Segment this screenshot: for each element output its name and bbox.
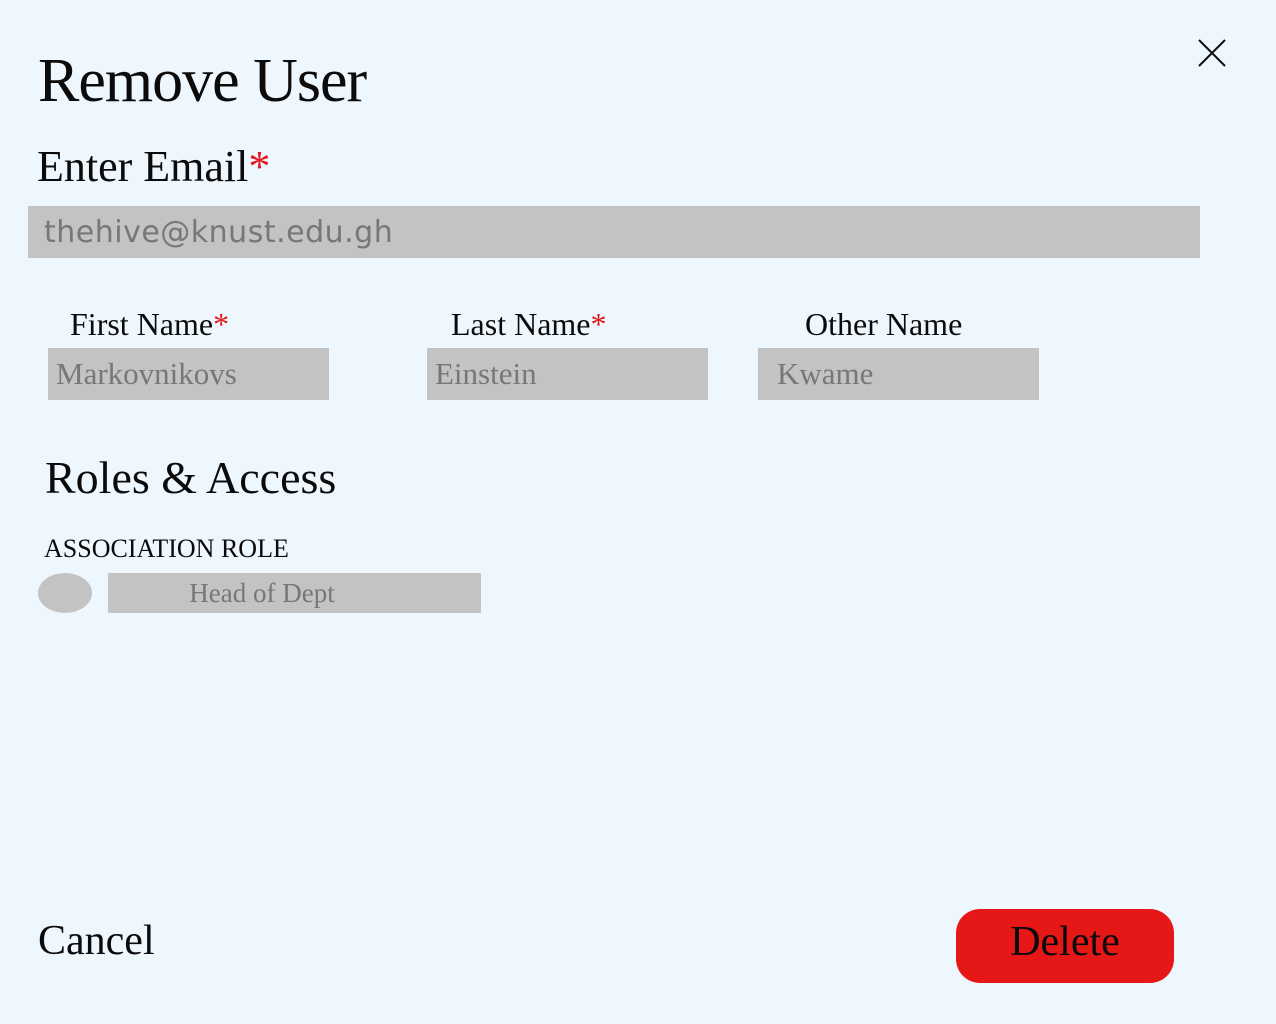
first-name-label-text: First Name bbox=[70, 306, 214, 342]
other-name-field[interactable] bbox=[758, 348, 1039, 400]
remove-user-dialog: Remove User Enter Email* First Name* Las… bbox=[0, 0, 1276, 1024]
role-toggle[interactable] bbox=[38, 573, 92, 613]
required-asterisk: * bbox=[248, 142, 271, 191]
last-name-label: Last Name* bbox=[451, 305, 607, 343]
email-field[interactable] bbox=[28, 206, 1200, 258]
delete-button[interactable]: Delete bbox=[956, 909, 1174, 983]
required-asterisk: * bbox=[213, 306, 230, 342]
other-name-label: Other Name bbox=[805, 306, 963, 342]
last-name-field[interactable] bbox=[427, 348, 708, 400]
cancel-button[interactable]: Cancel bbox=[38, 916, 155, 966]
first-name-label: First Name* bbox=[70, 305, 229, 343]
association-role-label: ASSOCIATION ROLE bbox=[44, 534, 289, 563]
required-asterisk: * bbox=[590, 306, 607, 342]
email-label-text: Enter Email bbox=[37, 142, 249, 191]
dialog-title: Remove User bbox=[38, 47, 367, 115]
first-name-field[interactable] bbox=[48, 348, 329, 400]
close-icon bbox=[1198, 39, 1226, 67]
last-name-label-text: Last Name bbox=[451, 306, 591, 342]
email-label: Enter Email* bbox=[37, 141, 270, 194]
roles-access-heading: Roles & Access bbox=[45, 452, 337, 503]
association-role-select[interactable]: Head of Dept bbox=[108, 573, 481, 613]
close-button[interactable] bbox=[1193, 34, 1231, 72]
